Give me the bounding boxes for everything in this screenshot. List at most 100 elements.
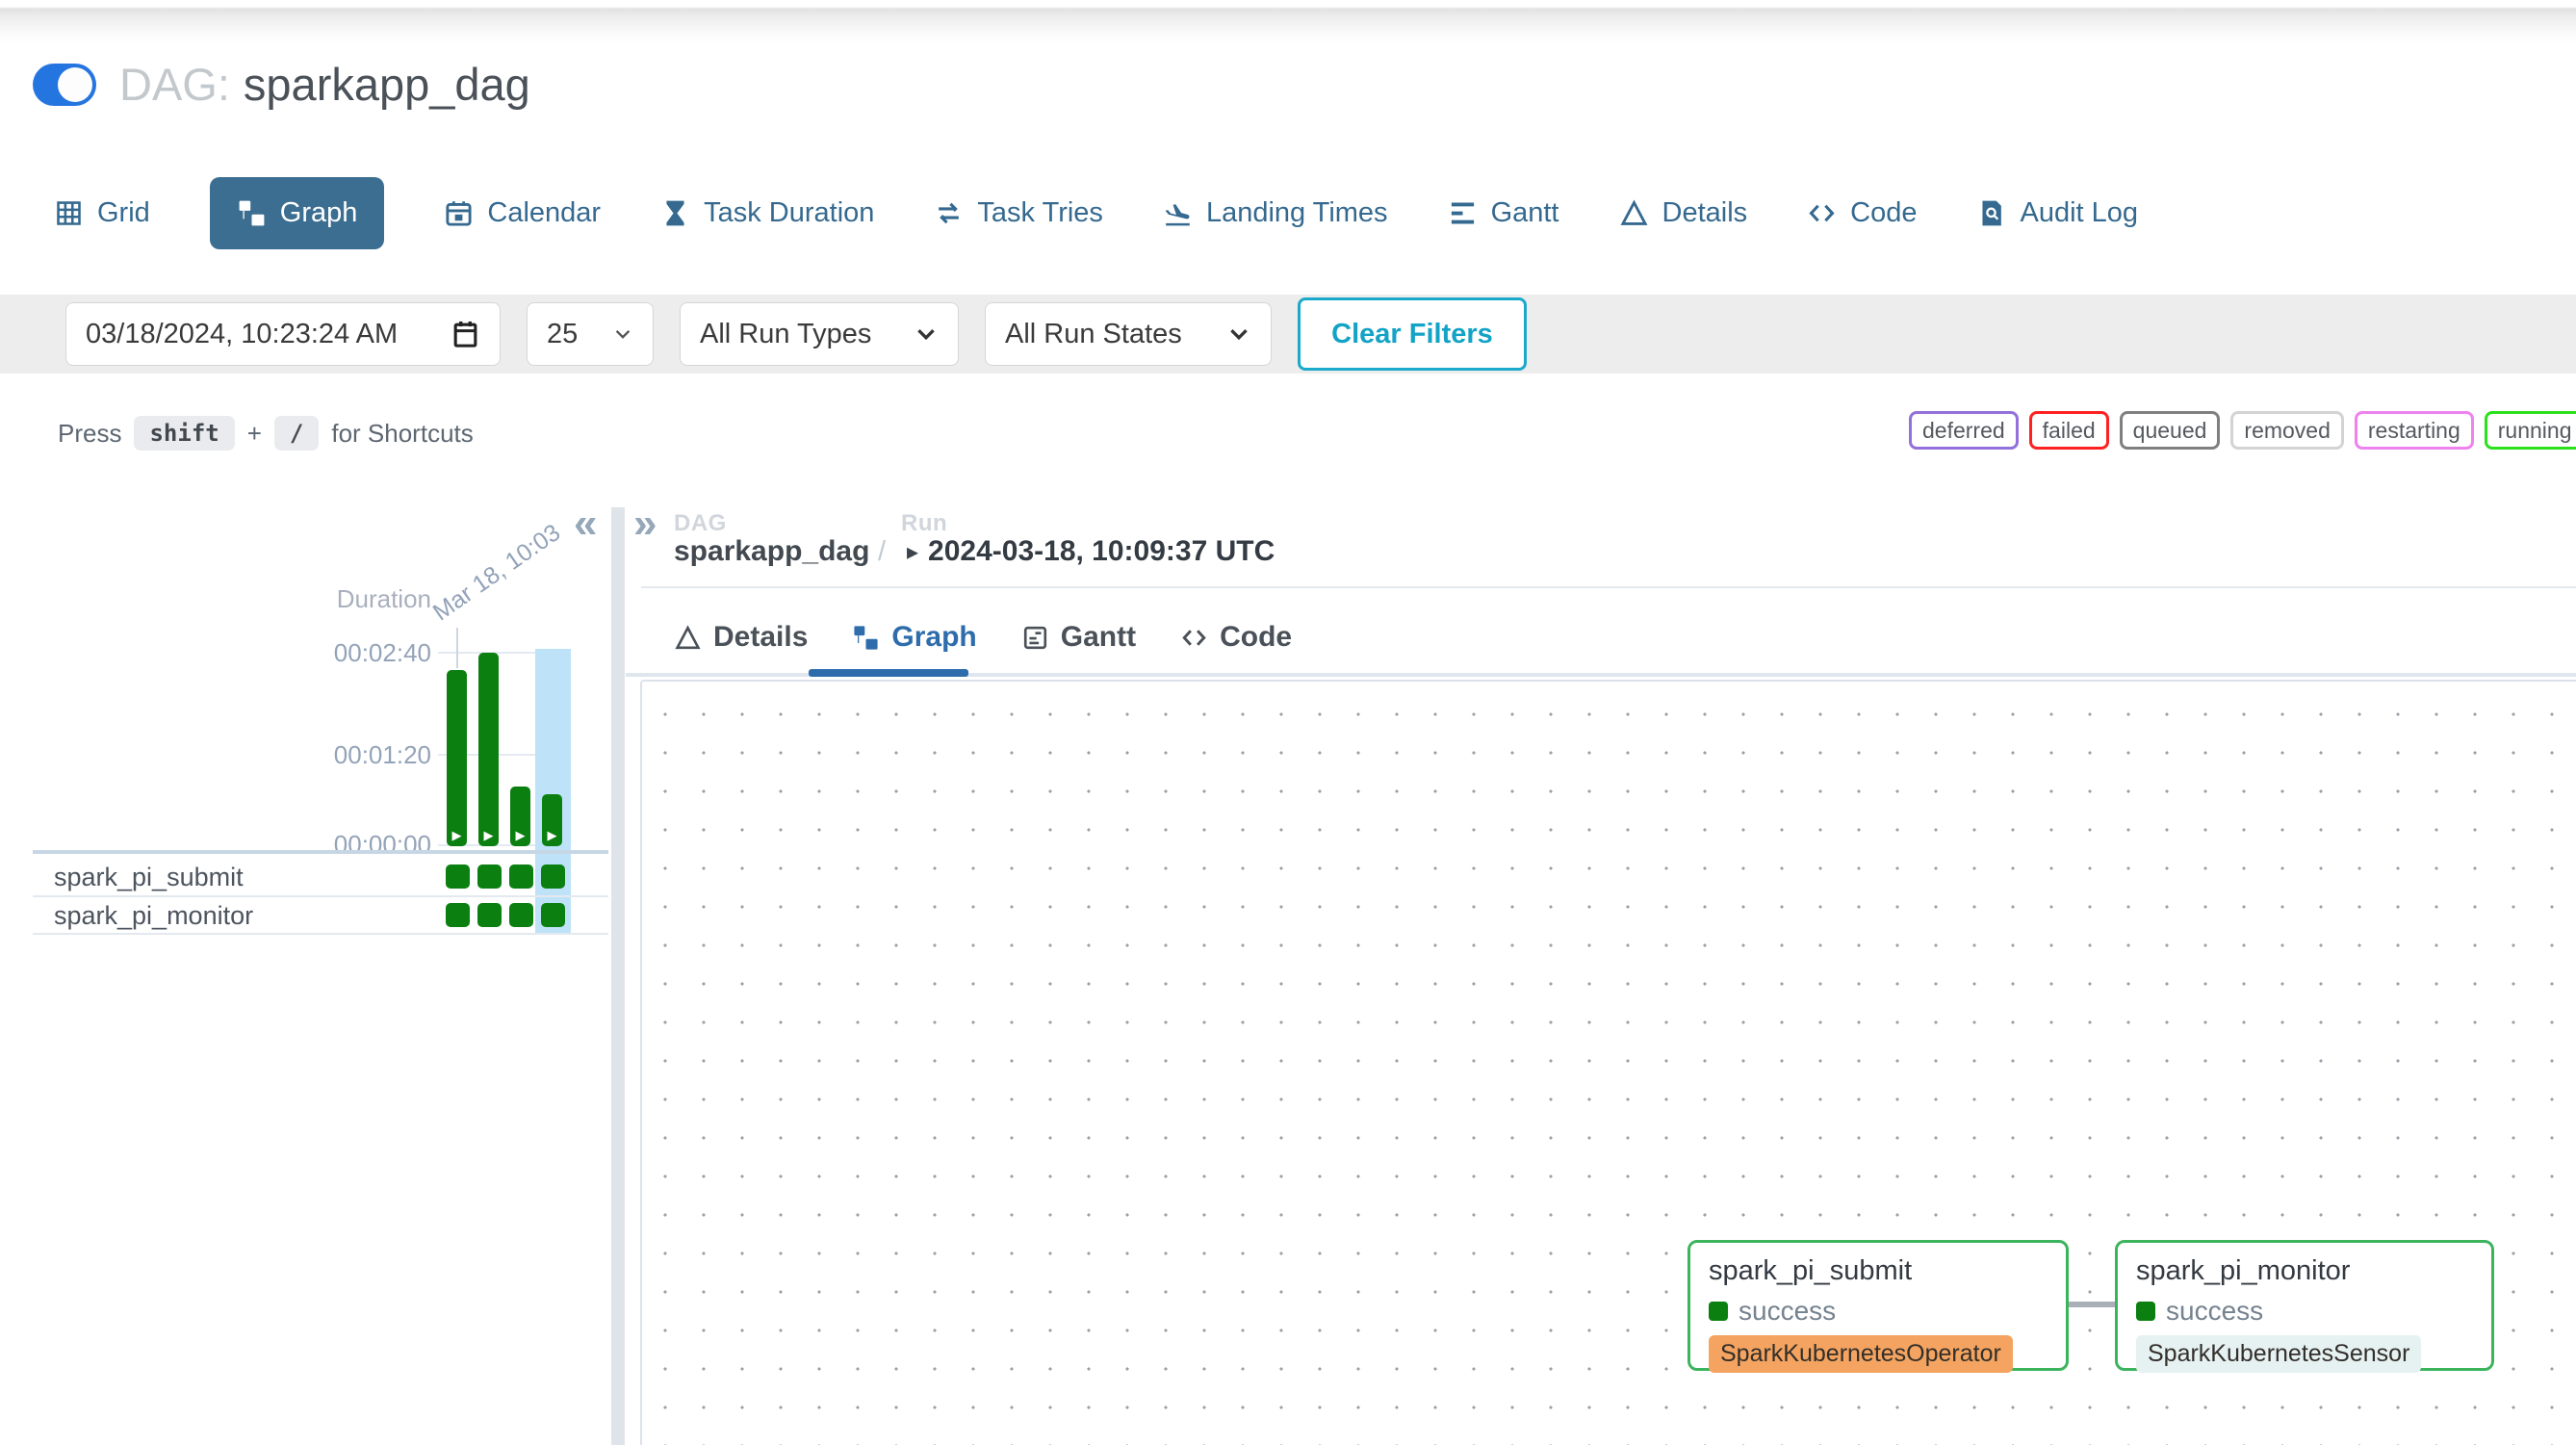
tab-grid[interactable]: Grid (54, 197, 150, 229)
task-instance-success[interactable] (541, 903, 565, 927)
tab-gantt[interactable]: Gantt (1021, 621, 1136, 654)
page-title: DAG: sparkapp_dag (119, 60, 530, 110)
page-size-select[interactable]: 25 (527, 302, 654, 366)
tab-label: Landing Times (1206, 197, 1388, 229)
success-state-icon (1709, 1302, 1728, 1321)
clear-filters-button[interactable]: Clear Filters (1298, 297, 1527, 371)
triangle-icon (674, 624, 702, 652)
chevron-down-icon (914, 322, 939, 347)
shortcuts-hint: Press shift + / for Shortcuts (58, 416, 474, 451)
task-instance-success[interactable] (446, 864, 470, 889)
task-instance-success[interactable] (446, 903, 470, 927)
tab-details[interactable]: Details (1619, 197, 1748, 229)
run-column-label[interactable]: Mar 18, 10:03 (428, 519, 567, 628)
tab-label: Calendar (487, 197, 601, 229)
grid-divider (33, 850, 608, 854)
filter-bar: 03/18/2024, 10:23:24 AM 25 All Run Types… (0, 295, 2576, 374)
tab-label: Code (1220, 621, 1292, 654)
state-badge-failed[interactable]: failed (2029, 411, 2109, 451)
state-badge-restarting[interactable]: restarting (2355, 411, 2474, 451)
airflow-dag-page: DAG: sparkapp_dag Grid Graph Calendar (0, 0, 2576, 1445)
base-date-value: 03/18/2024, 10:23:24 AM (86, 319, 398, 350)
graph-icon (852, 624, 880, 652)
breadcrumb-run-value[interactable]: ▸ 2024-03-18, 10:09:37 UTC (907, 535, 1275, 568)
retry-arrows-icon (934, 198, 964, 228)
graph-icon (237, 198, 267, 228)
node-status: success (1709, 1296, 2048, 1327)
state-badge-removed[interactable]: removed (2230, 411, 2343, 451)
y-tick: 00:01:20 (279, 740, 431, 770)
task-instance-success[interactable] (477, 864, 502, 889)
page-header: DAG: sparkapp_dag (33, 60, 530, 110)
duration-axis-label: Duration (239, 584, 431, 614)
kbd-shift: shift (134, 416, 234, 451)
shortcuts-suffix: for Shortcuts (331, 419, 473, 449)
tab-code[interactable]: Code (1180, 621, 1292, 654)
graph-node-spark-pi-submit[interactable]: spark_pi_submit success SparkKubernetesO… (1687, 1240, 2069, 1371)
run-states-select[interactable]: All Run States (985, 302, 1272, 366)
plane-landing-icon (1163, 198, 1193, 228)
dag-pause-toggle[interactable] (33, 64, 96, 106)
run-types-select[interactable]: All Run Types (680, 302, 959, 366)
task-instance-success[interactable] (509, 864, 533, 889)
duration-bar[interactable]: ▶ (478, 653, 499, 846)
state-badge-deferred[interactable]: deferred (1909, 411, 2019, 451)
shortcuts-plus: + (247, 419, 262, 449)
node-status: success (2136, 1296, 2473, 1327)
tab-label: Task Tries (977, 197, 1103, 229)
breadcrumb-run-label: Run (901, 510, 947, 537)
breadcrumb-dag-value[interactable]: sparkapp_dag (674, 535, 869, 568)
collapse-grid-icon[interactable]: « (574, 503, 597, 545)
tab-code[interactable]: Code (1807, 197, 1917, 229)
run-timestamp: 2024-03-18, 10:09:37 UTC (928, 535, 1275, 568)
tab-task-duration[interactable]: Task Duration (660, 197, 874, 229)
code-brackets-icon (1807, 198, 1837, 228)
duration-bar[interactable]: ▶ (542, 794, 562, 846)
task-instance-success[interactable] (509, 903, 533, 927)
chevron-down-icon (612, 323, 633, 345)
task-name[interactable]: spark_pi_submit (54, 863, 244, 892)
run-types-value: All Run Types (700, 319, 871, 350)
tab-audit-log[interactable]: Audit Log (1976, 197, 2138, 229)
tab-label: Gantt (1491, 197, 1559, 229)
breadcrumb-separator: / (878, 536, 886, 568)
graph-node-spark-pi-monitor[interactable]: spark_pi_monitor success SparkKubernetes… (2115, 1240, 2494, 1371)
grid-icon (54, 198, 84, 228)
tab-graph[interactable]: Graph (852, 621, 976, 654)
task-instance-success[interactable] (477, 903, 502, 927)
task-instance-success[interactable] (541, 864, 565, 889)
code-brackets-icon (1180, 624, 1208, 652)
play-icon: ▶ (510, 829, 530, 841)
task-instance-row (446, 864, 565, 889)
tab-task-tries[interactable]: Task Tries (934, 197, 1103, 229)
tab-label: Graph (891, 621, 976, 654)
task-name[interactable]: spark_pi_monitor (54, 901, 253, 931)
play-icon: ▶ (542, 829, 562, 841)
top-shadow (0, 0, 2576, 44)
duration-bar[interactable]: ▶ (510, 787, 530, 846)
success-state-icon (2136, 1302, 2155, 1321)
duration-bar[interactable]: ▶ (447, 670, 467, 846)
tab-landing-times[interactable]: Landing Times (1163, 197, 1388, 229)
play-icon: ▶ (447, 829, 467, 841)
tab-label: Audit Log (2020, 197, 2138, 229)
run-detail-tabs: Details Graph Gantt Code (674, 621, 1292, 654)
toggle-knob (58, 67, 92, 102)
tab-details[interactable]: Details (674, 621, 808, 654)
state-badge-running[interactable]: running (2485, 411, 2576, 451)
run-states-value: All Run States (1005, 319, 1182, 350)
tab-gantt[interactable]: Gantt (1448, 197, 1559, 229)
expand-panel-icon[interactable]: » (633, 503, 657, 545)
dag-view-nav: Grid Graph Calendar Task Duration Task T… (54, 171, 2138, 254)
dag-name: sparkapp_dag (244, 60, 530, 110)
audit-log-icon (1976, 198, 2006, 228)
panel-resize-handle[interactable] (611, 507, 625, 1445)
triangle-icon (1619, 198, 1649, 228)
base-date-input[interactable]: 03/18/2024, 10:23:24 AM (65, 302, 501, 366)
node-state-label: success (2166, 1296, 2263, 1327)
tab-graph[interactable]: Graph (210, 177, 385, 249)
calendar-icon[interactable] (451, 320, 480, 349)
gantt-doc-icon (1021, 624, 1049, 652)
tab-calendar[interactable]: Calendar (444, 197, 601, 229)
state-badge-queued[interactable]: queued (2120, 411, 2221, 451)
